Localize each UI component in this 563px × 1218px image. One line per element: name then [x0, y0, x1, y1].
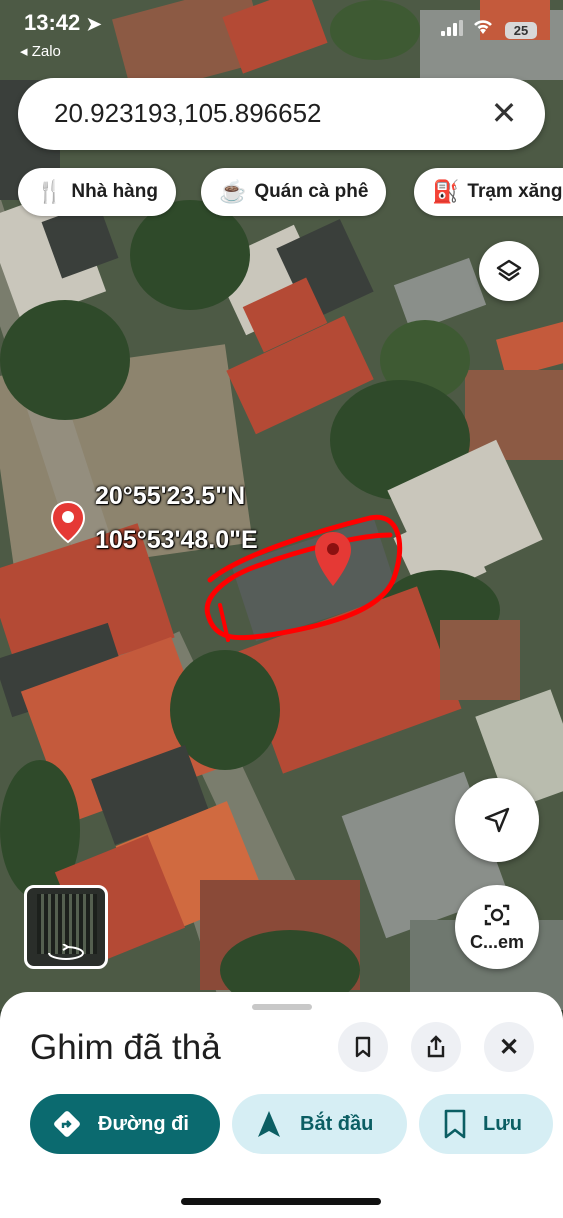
save-label: Lưu	[483, 1112, 522, 1135]
my-location-button[interactable]	[455, 778, 539, 862]
bookmark-icon	[444, 1109, 466, 1139]
cellular-signal-icon	[441, 20, 463, 36]
dropped-pin-icon[interactable]	[313, 530, 353, 588]
back-to-app-link[interactable]: ◂ Zalo	[20, 42, 61, 60]
chip-gas-stations[interactable]: ⛽ Trạm xăng	[414, 168, 563, 216]
save-button[interactable]: Lưu	[419, 1094, 553, 1154]
chip-label: Trạm xăng	[467, 181, 563, 202]
camera-button-label: C...em	[469, 931, 525, 952]
directions-button[interactable]: Đường đi	[30, 1094, 220, 1154]
chip-label: Nhà hàng	[71, 181, 158, 202]
close-icon: ✕	[498, 1033, 520, 1061]
share-icon	[427, 1035, 445, 1058]
battery-indicator: 25	[505, 22, 537, 39]
place-bottom-sheet[interactable]: Ghim đã thả ✕ Đường đi Bắt đầu Lưu	[0, 992, 563, 1218]
clock: 13:42 ➤	[24, 10, 102, 36]
wifi-icon	[471, 16, 495, 42]
directions-label: Đường đi	[98, 1112, 189, 1135]
street-view-thumbnail[interactable]	[24, 885, 108, 969]
start-button[interactable]: Bắt đầu	[232, 1094, 407, 1154]
close-icon: ✕	[490, 95, 518, 131]
navigation-arrow-icon	[258, 1111, 280, 1137]
layers-button[interactable]	[479, 241, 539, 301]
home-indicator[interactable]	[181, 1198, 381, 1205]
layers-icon	[496, 259, 522, 282]
rotate-360-icon	[48, 944, 84, 960]
fork-knife-icon: 🍴	[36, 179, 64, 204]
clock-text: 13:42	[24, 10, 81, 35]
gas-station-icon: ⛽	[432, 179, 460, 204]
pin-latitude: 20°55'23.5"N	[95, 482, 246, 510]
sheet-drag-handle[interactable]	[252, 1004, 312, 1010]
camera-icon	[484, 904, 510, 925]
satellite-map[interactable]: 20°55'23.5"N 105°53'48.0"E	[0, 0, 563, 1010]
search-input[interactable]: 20.923193,105.896652	[54, 98, 322, 129]
share-button[interactable]	[411, 1022, 461, 1072]
location-marker-icon[interactable]	[50, 500, 86, 544]
bookmark-icon	[355, 1036, 371, 1058]
chip-label: Quán cà phê	[254, 181, 369, 202]
status-bar: 13:42 ➤ ◂ Zalo 25	[0, 0, 563, 70]
start-label: Bắt đầu	[300, 1112, 374, 1135]
chip-restaurants[interactable]: 🍴 Nhà hàng	[18, 168, 176, 216]
navigation-arrow-icon	[484, 807, 510, 833]
clear-search-button[interactable]: ✕	[485, 94, 523, 132]
pin-longitude: 105°53'48.0"E	[95, 526, 258, 554]
place-title: Ghim đã thả	[30, 1028, 221, 1067]
location-arrow-icon: ➤	[86, 14, 102, 34]
close-sheet-button[interactable]: ✕	[484, 1022, 534, 1072]
save-list-button[interactable]	[338, 1022, 388, 1072]
directions-icon	[54, 1111, 80, 1137]
chip-cafes[interactable]: ☕ Quán cà phê	[201, 168, 387, 216]
coffee-cup-icon: ☕	[219, 179, 247, 204]
search-bar[interactable]: 20.923193,105.896652 ✕	[18, 78, 545, 150]
lens-camera-button[interactable]: C...em	[455, 885, 539, 969]
